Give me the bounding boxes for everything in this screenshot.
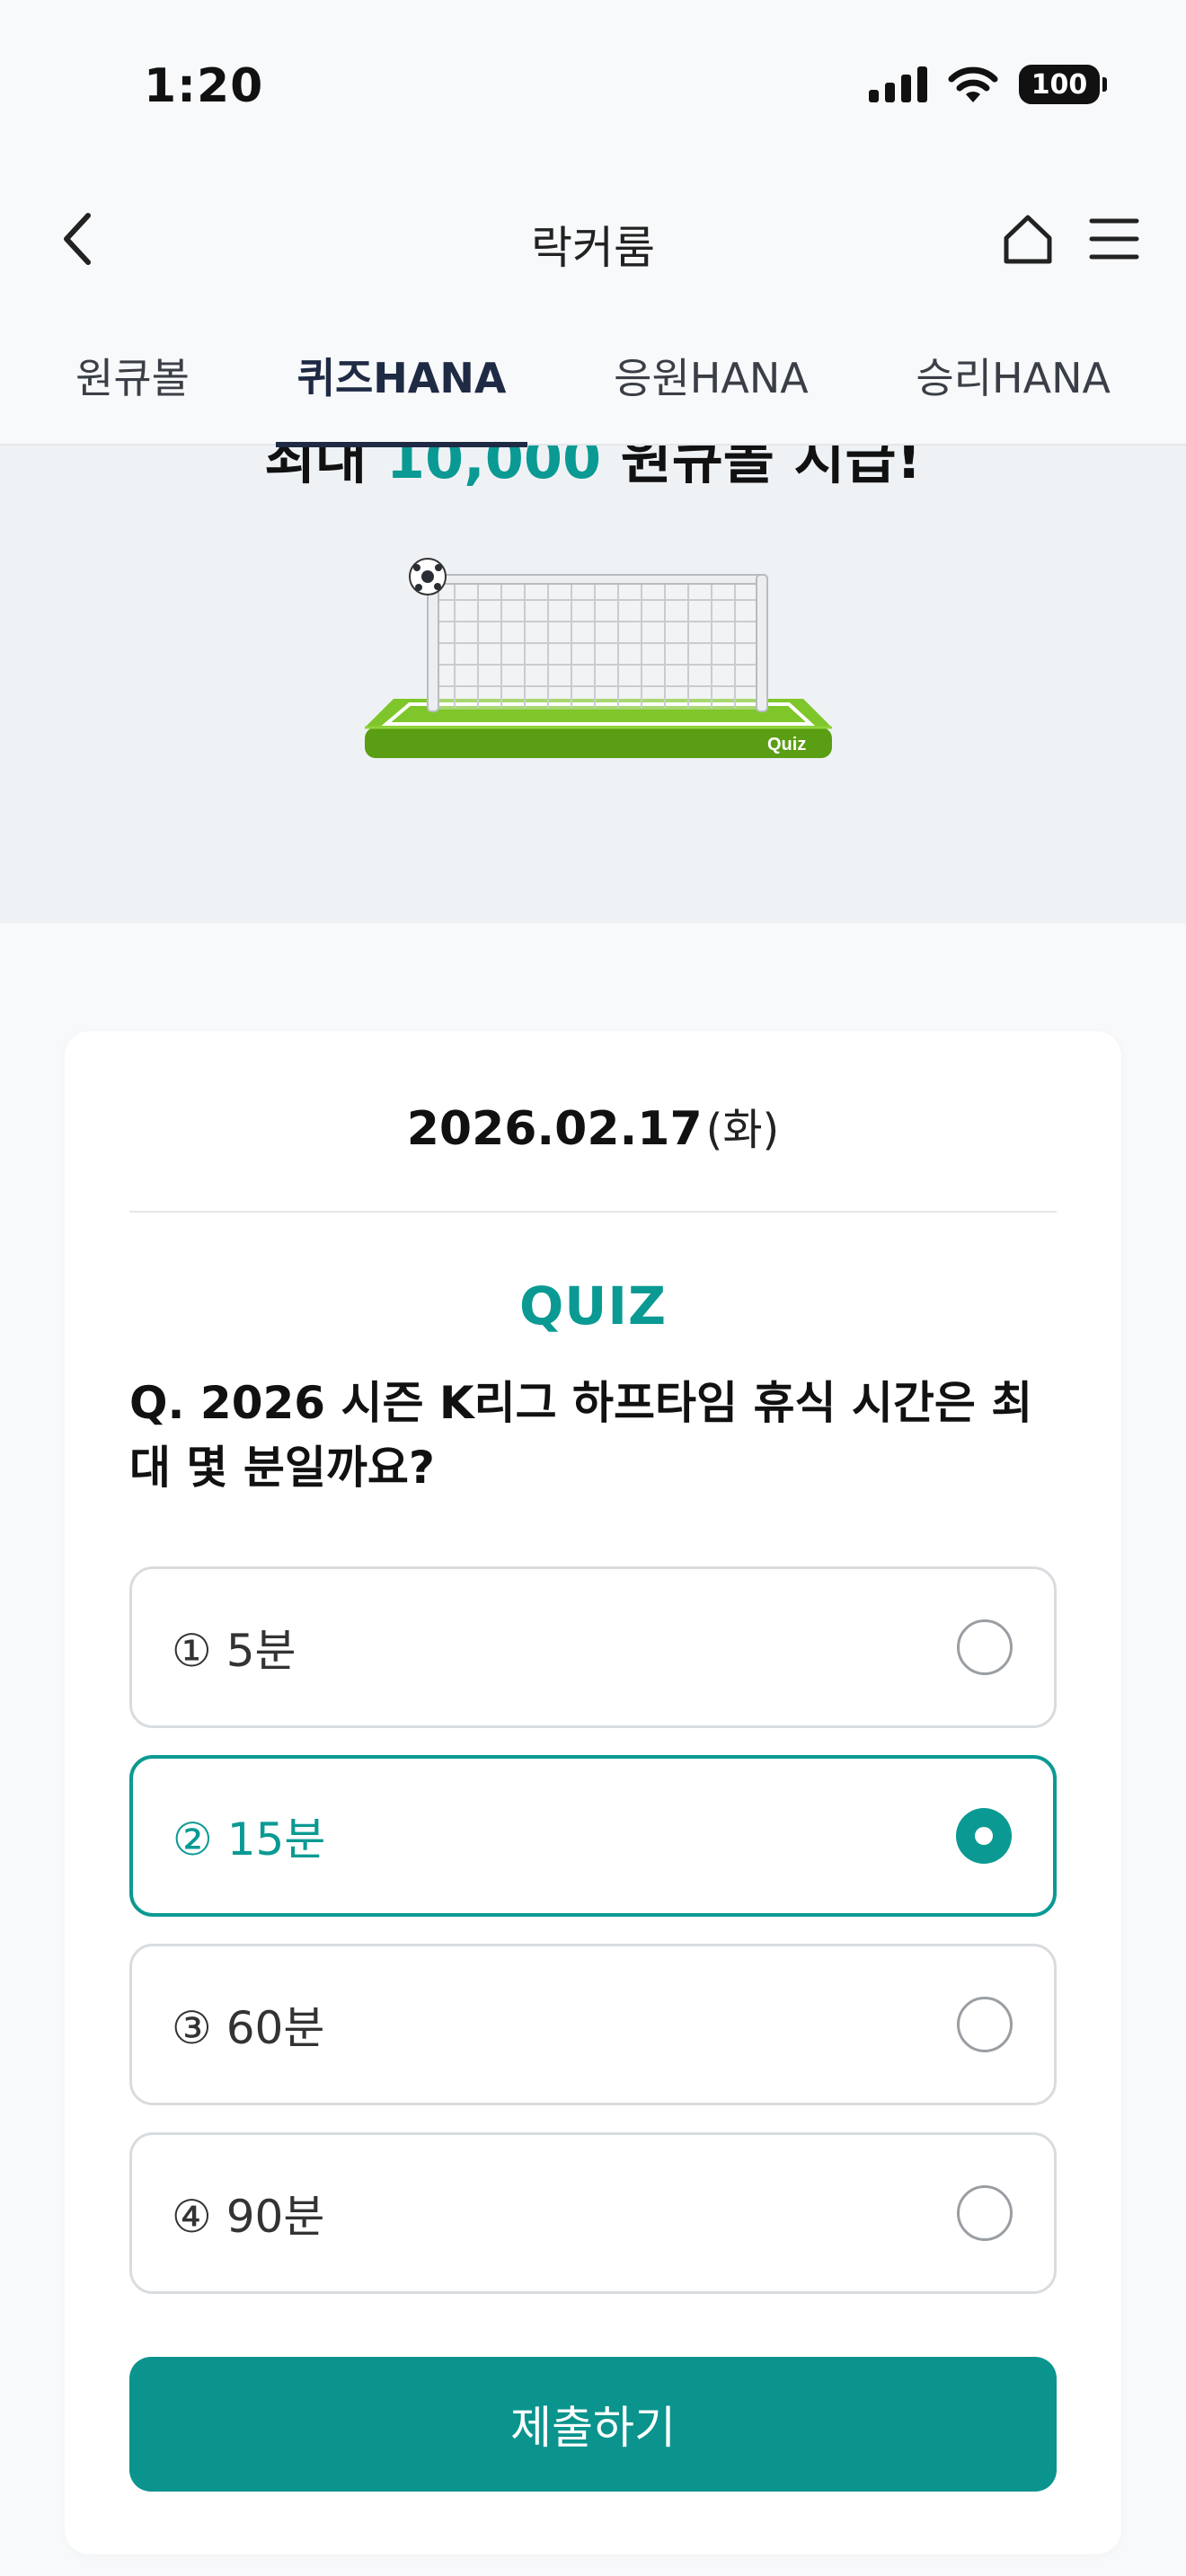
status-bar: 1:20 100: [0, 0, 1186, 171]
option-label: ① 5분: [172, 1625, 296, 1677]
option-label: ② 15분: [173, 1813, 326, 1866]
radio-icon[interactable]: [957, 1619, 1013, 1675]
banner-headline-suffix: 원큐볼 지급!: [601, 446, 922, 491]
quiz-weekday: (화): [705, 1105, 780, 1155]
menu-button[interactable]: [1084, 208, 1145, 269]
wifi-icon: [948, 66, 998, 102]
tab-quiz-hana[interactable]: 퀴즈HANA: [275, 305, 528, 447]
battery-icon: 100: [1019, 65, 1107, 104]
menu-icon: [1089, 218, 1139, 260]
soccer-goal-illustration: Quiz: [365, 558, 832, 758]
quiz-card: 2026.02.17(화) QUIZ Q. 2026 시즌 K리그 하프타임 휴…: [65, 1031, 1121, 2554]
quiz-date-value: 2026.02.17: [406, 1102, 703, 1156]
quiz-question: Q. 2026 시즌 K리그 하프타임 휴식 시간은 최대 몇 분일까요?: [129, 1377, 1033, 1494]
status-time: 1:20: [144, 59, 264, 113]
illustration-label: Quiz: [767, 735, 806, 754]
banner-headline-amount: 10,000: [385, 446, 602, 491]
radio-icon[interactable]: [957, 2185, 1013, 2241]
option-label: ③ 60분: [172, 2002, 325, 2054]
quiz-option-2[interactable]: ② 15분: [129, 1755, 1057, 1917]
radio-selected-icon[interactable]: [956, 1808, 1012, 1864]
quiz-label: QUIZ: [518, 1275, 668, 1337]
quiz-option-4[interactable]: ④ 90분: [129, 2132, 1057, 2294]
quiz-date: 2026.02.17(화): [65, 1094, 1121, 1157]
nav-header: 락커룸: [0, 171, 1186, 305]
submit-button[interactable]: 제출하기: [129, 2357, 1057, 2492]
tab-onecueball[interactable]: 원큐볼: [54, 305, 211, 446]
radio-icon[interactable]: [957, 1997, 1013, 2052]
status-icons: 100: [869, 65, 1107, 104]
banner-headline-prefix: 최대: [264, 446, 386, 491]
promo-banner: 최대 10,000 원큐볼 지급! Quiz: [0, 446, 1186, 923]
tab-victory-hana[interactable]: 승리HANA: [894, 305, 1132, 446]
tab-cheer-hana[interactable]: 응원HANA: [592, 305, 830, 446]
signal-icon: [869, 66, 927, 102]
home-icon: [1004, 215, 1052, 264]
quiz-option-1[interactable]: ① 5분: [129, 1566, 1057, 1728]
quiz-option-3[interactable]: ③ 60분: [129, 1944, 1057, 2105]
home-button[interactable]: [997, 208, 1058, 269]
banner-headline: 최대 10,000 원큐볼 지급!: [0, 446, 1186, 494]
tab-bar: 원큐볼 퀴즈HANA 응원HANA 승리HANA: [0, 305, 1186, 447]
option-label: ④ 90분: [172, 2191, 325, 2243]
divider: [129, 1211, 1057, 1213]
battery-level: 100: [1031, 68, 1088, 101]
